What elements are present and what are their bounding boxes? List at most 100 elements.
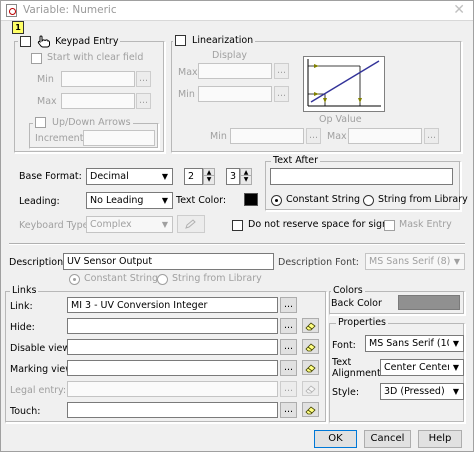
keyboard-type-dropdown[interactable]: Complex ▼ [86, 216, 173, 233]
mask-entry-label: Mask Entry [399, 219, 452, 230]
description-field[interactable]: UV Sensor Output [63, 253, 274, 270]
start-clear-label: Start with clear field [47, 52, 144, 63]
op-min-label: Min [210, 131, 227, 142]
lin-display-max-field[interactable] [198, 63, 272, 79]
op-max-browse-button[interactable]: ... [424, 128, 439, 144]
divider [9, 243, 465, 244]
text-color-label: Text Color: [176, 195, 227, 206]
no-reserve-sign-checkbox[interactable] [232, 220, 243, 231]
keypad-max-browse-button[interactable]: ... [136, 93, 151, 109]
updown-arrows-label: Up/Down Arrows [52, 117, 131, 128]
text-alignment-label-line2: Alignment [332, 368, 381, 379]
touch-eraser-button[interactable] [302, 402, 319, 417]
back-color-label: Back Color [331, 298, 382, 309]
disable-view-field[interactable] [67, 339, 278, 355]
updown-arrows-checkbox[interactable] [35, 117, 46, 128]
digits-left-spinner[interactable]: ▲ ▼ [203, 168, 215, 185]
op-max-field[interactable] [348, 128, 422, 144]
spin-up-icon[interactable]: ▲ [241, 169, 251, 176]
keypad-min-label: Min [37, 74, 54, 85]
description-font-dropdown[interactable]: MS Sans Serif (8) ▼ [365, 253, 465, 270]
chevron-down-icon: ▼ [158, 217, 172, 232]
colors-legend: Colors [331, 285, 365, 296]
start-clear-checkbox[interactable] [31, 53, 42, 64]
increment-field[interactable] [83, 130, 155, 146]
text-alignment-dropdown[interactable]: Center Center ▼ [380, 359, 464, 376]
leading-dropdown[interactable]: No Leading ▼ [86, 192, 173, 209]
link-label: Link: [10, 301, 33, 312]
lin-display-max-browse-button[interactable]: ... [274, 63, 289, 79]
digits-right-spinner[interactable]: ▲ ▼ [240, 168, 252, 185]
disable-view-eraser-button[interactable] [302, 339, 319, 354]
keyboard-edit-button[interactable] [177, 215, 205, 233]
keypad-max-field[interactable] [61, 93, 135, 109]
chevron-down-icon: ▼ [158, 193, 172, 208]
title-bar: Variable: Numeric ✕ [1, 1, 473, 21]
legal-entry-browse-button[interactable]: ... [280, 381, 297, 397]
eraser-icon [305, 343, 316, 352]
legal-entry-label: Legal entry: [10, 385, 67, 396]
description-library-radio[interactable] [157, 274, 168, 285]
keypad-min-field[interactable] [61, 71, 135, 87]
eraser-icon [305, 322, 316, 331]
keypad-min-browse-button[interactable]: ... [136, 71, 151, 87]
back-color-swatch[interactable] [398, 295, 460, 310]
digits-right-value: 3 [230, 171, 237, 182]
mask-entry-checkbox[interactable] [384, 220, 395, 231]
legal-entry-eraser-button[interactable] [302, 381, 319, 396]
spin-down-icon[interactable]: ▼ [204, 176, 214, 183]
eraser-icon [305, 406, 316, 415]
keypad-entry-checkbox[interactable] [20, 36, 31, 47]
lin-display-min-field[interactable] [198, 86, 272, 102]
lin-display-min-browse-button[interactable]: ... [274, 86, 289, 102]
link-field[interactable]: MI 3 - UV Conversion Integer [67, 297, 278, 313]
hide-field[interactable] [67, 318, 278, 334]
op-min-browse-button[interactable]: ... [306, 128, 321, 144]
prop-font-dropdown[interactable]: MS Sans Serif (10) ▼ [365, 335, 464, 352]
eraser-icon [305, 385, 316, 394]
text-alignment-value: Center Center [384, 362, 451, 373]
variable-numeric-dialog: Variable: Numeric ✕ 1 Keypad Entry Start… [0, 0, 474, 452]
link-browse-button[interactable]: ... [280, 297, 297, 313]
digits-left-field[interactable]: 2 [184, 168, 203, 185]
text-color-swatch[interactable] [244, 193, 258, 206]
hide-browse-button[interactable]: ... [280, 318, 297, 334]
spin-down-icon[interactable]: ▼ [241, 176, 251, 183]
cancel-button[interactable]: Cancel [364, 430, 411, 448]
description-library-label: String from Library [172, 273, 262, 284]
marking-view-field[interactable] [67, 360, 278, 376]
op-min-field[interactable] [230, 128, 304, 144]
help-button[interactable]: Help [418, 430, 462, 448]
close-icon[interactable]: ✕ [453, 2, 465, 18]
style-dropdown[interactable]: 3D (Pressed) ▼ [380, 383, 464, 400]
text-after-field[interactable] [270, 168, 453, 185]
digits-left-value: 2 [188, 171, 195, 182]
spin-up-icon[interactable]: ▲ [204, 169, 214, 176]
base-format-dropdown[interactable]: Decimal ▼ [86, 168, 173, 185]
description-label: Description : [9, 257, 70, 268]
base-format-label: Base Format: [19, 171, 82, 182]
linearization-checkbox[interactable] [175, 35, 186, 46]
touch-field[interactable] [67, 402, 278, 418]
digits-right-field[interactable]: 3 [226, 168, 240, 185]
ok-button[interactable]: OK [314, 430, 357, 448]
linearization-legend: Linearization [173, 35, 256, 46]
marking-view-eraser-button[interactable] [302, 360, 319, 375]
window-title: Variable: Numeric [23, 4, 117, 16]
hand-pointer-icon [37, 35, 51, 48]
display-label: Display [212, 50, 248, 61]
text-after-constant-radio[interactable] [271, 195, 282, 206]
touch-browse-button[interactable]: ... [280, 402, 297, 418]
description-font-value: MS Sans Serif (8) [369, 256, 451, 267]
hide-eraser-button[interactable] [302, 318, 319, 333]
prop-font-value: MS Sans Serif (10) [369, 338, 457, 349]
lin-min-label: Min [178, 89, 195, 100]
text-after-library-radio[interactable] [363, 195, 374, 206]
legal-entry-field[interactable] [67, 381, 278, 397]
description-value: UV Sensor Output [67, 256, 153, 267]
leading-value: No Leading [90, 195, 144, 206]
description-constant-radio[interactable] [69, 274, 80, 285]
disable-view-browse-button[interactable]: ... [280, 339, 297, 355]
marking-view-browse-button[interactable]: ... [280, 360, 297, 376]
keyboard-type-label: Keyboard Type: [19, 220, 92, 231]
